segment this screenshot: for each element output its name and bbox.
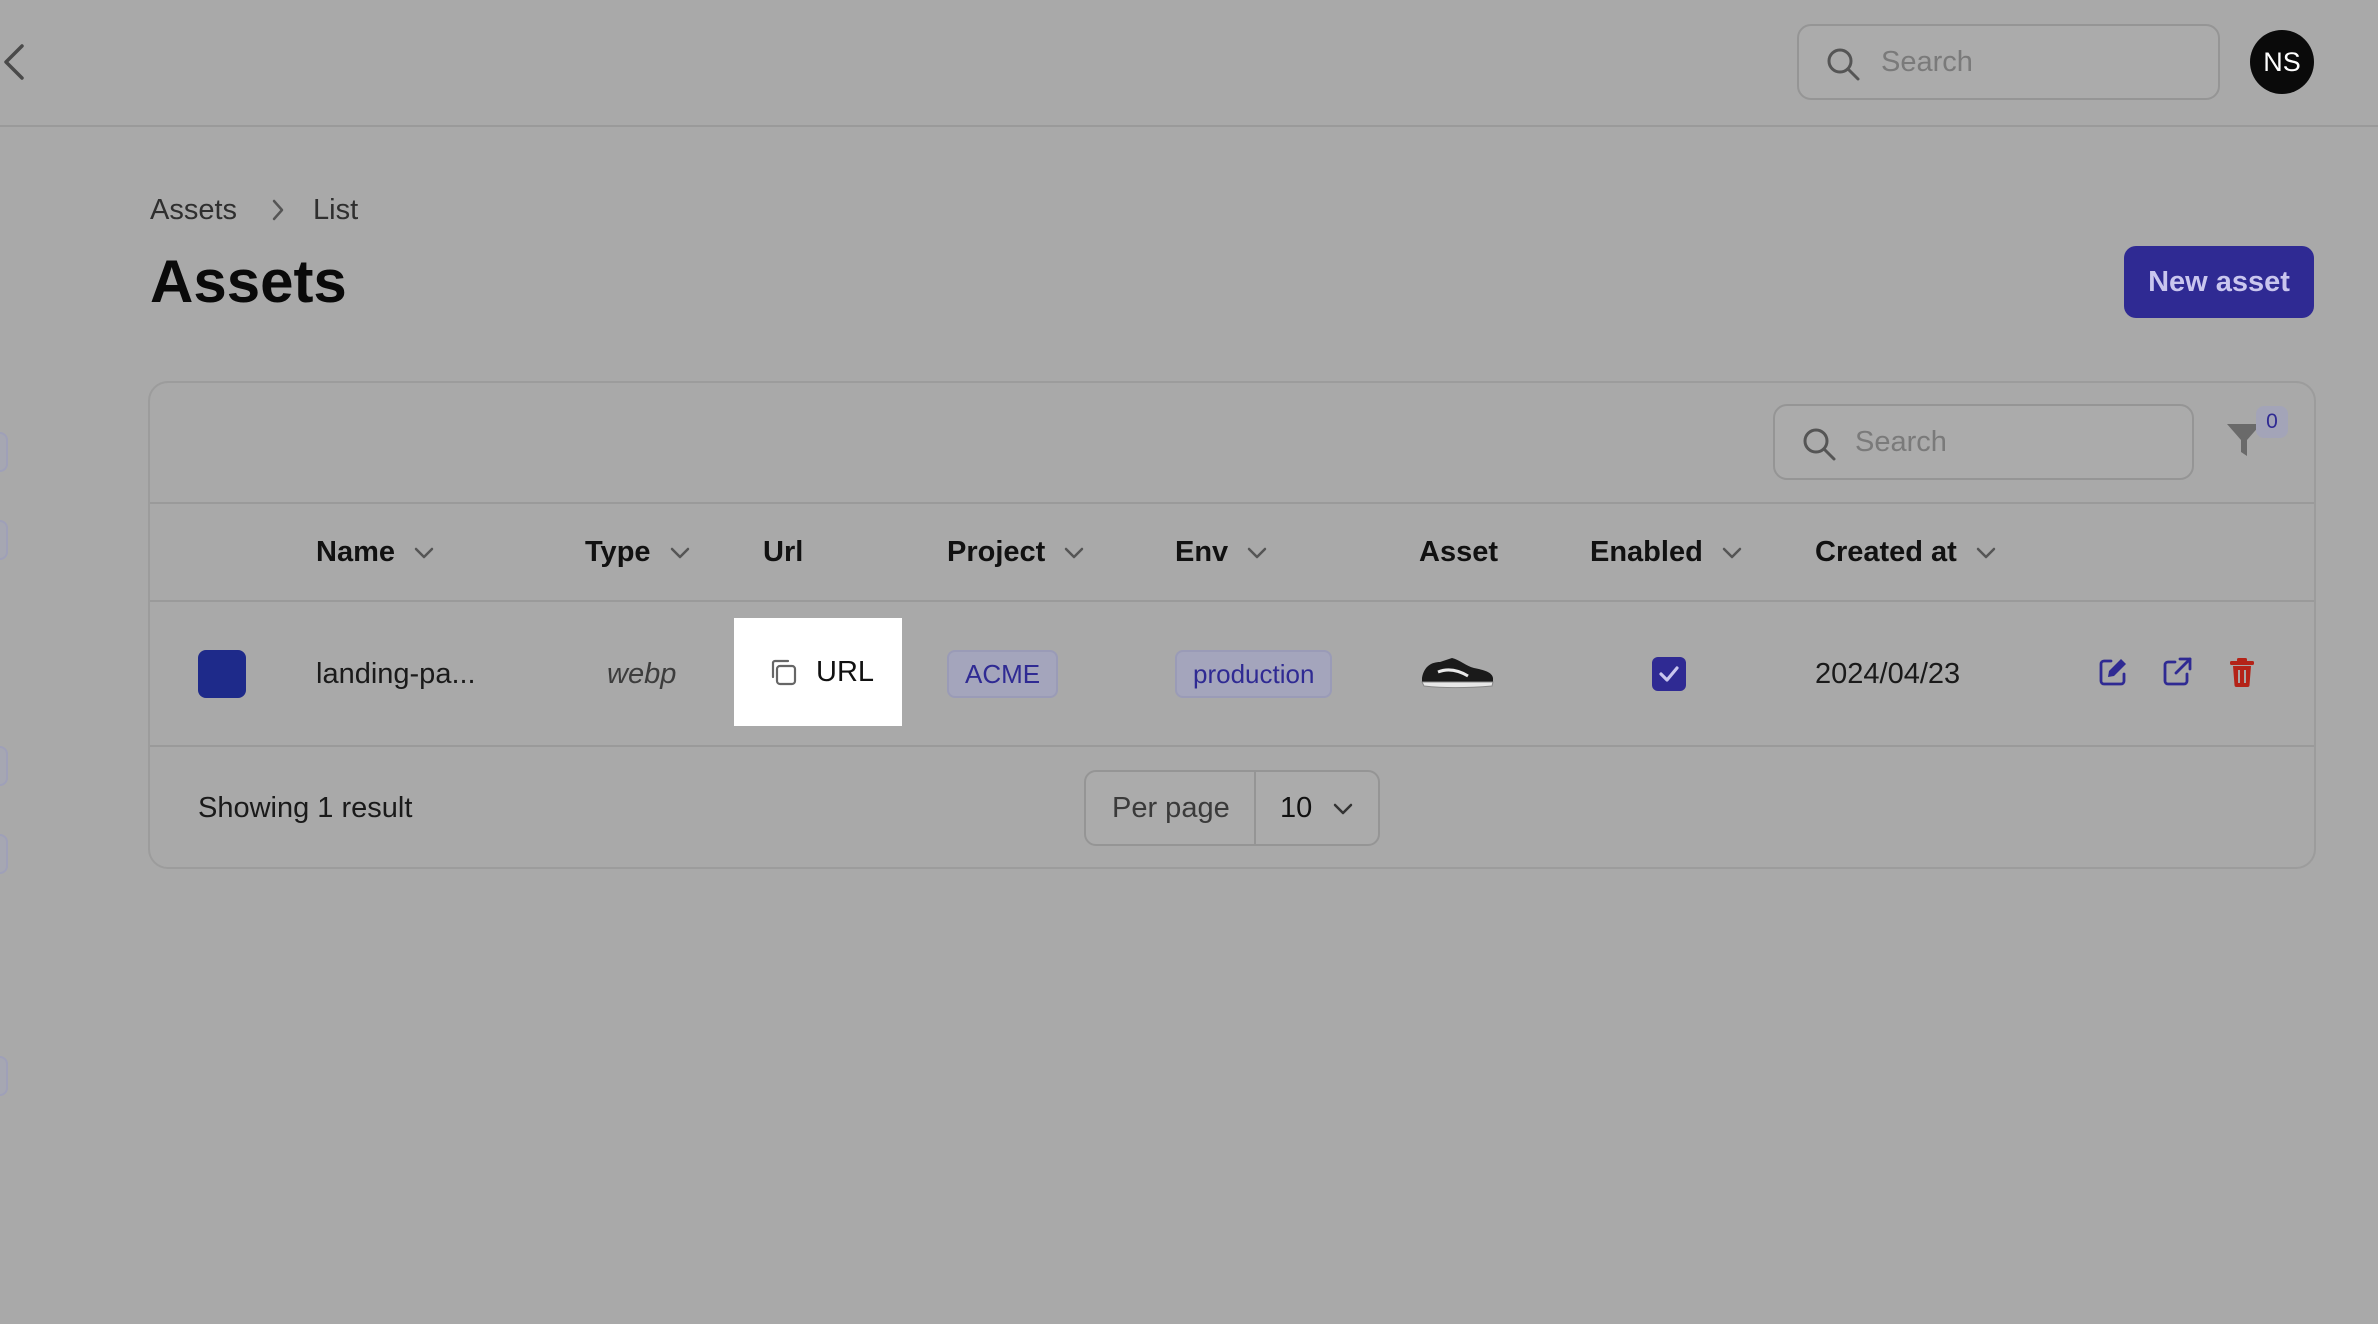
checkmark-icon <box>1659 666 1679 682</box>
column-header-type[interactable]: Type <box>585 532 691 572</box>
table-search-input[interactable]: Search <box>1773 404 2194 480</box>
column-header-asset: Asset <box>1419 536 1498 568</box>
sidebar-edge-tab <box>0 520 8 560</box>
column-header-name[interactable]: Name <box>316 532 435 572</box>
chevron-down-icon <box>1065 548 1084 559</box>
chevron-down-icon <box>1722 548 1742 559</box>
sidebar-edge-tab <box>0 834 8 874</box>
row-color-thumbnail <box>198 650 246 698</box>
sneaker-image <box>1421 658 1494 688</box>
breadcrumb-assets[interactable]: Assets <box>150 192 237 228</box>
column-header-project[interactable]: Project <box>947 532 1085 572</box>
user-avatar[interactable]: NS <box>2250 30 2314 94</box>
per-page-label: Per page <box>1112 792 1230 824</box>
per-page-divider <box>1254 772 1256 844</box>
copy-icon <box>771 659 797 686</box>
column-header-url: Url <box>763 536 804 568</box>
table-header-bottom-border <box>150 600 2314 602</box>
chevron-right-icon <box>272 199 284 221</box>
new-asset-button[interactable]: New asset <box>2124 246 2314 318</box>
table-search-placeholder: Search <box>1855 426 1947 458</box>
env-badge: production <box>1175 650 1333 698</box>
project-badge: ACME <box>947 650 1059 698</box>
table-header-top-border <box>150 502 2314 504</box>
per-page-value: 10 <box>1280 792 1313 824</box>
copy-url-button[interactable]: URL <box>734 618 902 726</box>
sidebar-edge-tab <box>0 746 8 786</box>
back-chevron-icon[interactable] <box>0 40 30 84</box>
enabled-checkbox[interactable] <box>1652 657 1686 691</box>
chevron-down-icon <box>1247 548 1267 559</box>
chevron-down-icon <box>1333 803 1353 815</box>
column-header-created-at[interactable]: Created at <box>1815 532 1997 572</box>
row-name: landing-pa... <box>316 658 476 690</box>
row-type: webp <box>607 658 677 690</box>
delete-trash-icon[interactable] <box>2226 656 2258 688</box>
search-icon <box>1827 48 1860 81</box>
per-page-select[interactable]: Per page 10 <box>1084 770 1380 846</box>
chevron-down-icon <box>670 548 689 559</box>
chevron-down-icon <box>1976 548 1996 559</box>
search-icon <box>1803 428 1836 461</box>
row-created-at: 2024/04/23 <box>1815 658 1961 690</box>
table-row-bottom-border <box>150 745 2314 747</box>
sidebar-edge-tab <box>0 432 8 472</box>
filter-count-badge: 0 <box>2256 406 2288 438</box>
edit-icon[interactable] <box>2097 656 2129 688</box>
copy-url-label: URL <box>816 656 875 688</box>
global-search-placeholder: Search <box>1881 46 1973 78</box>
sidebar-edge-tab <box>0 1056 8 1096</box>
breadcrumb-list: List <box>313 194 359 226</box>
page-title: Assets <box>150 248 347 315</box>
column-header-enabled[interactable]: Enabled <box>1590 532 1743 572</box>
external-link-icon[interactable] <box>2161 656 2193 688</box>
column-header-env[interactable]: Env <box>1175 532 1268 572</box>
global-search-input[interactable]: Search <box>1797 24 2220 100</box>
chevron-down-icon <box>414 548 434 559</box>
results-summary: Showing 1 result <box>198 792 413 824</box>
